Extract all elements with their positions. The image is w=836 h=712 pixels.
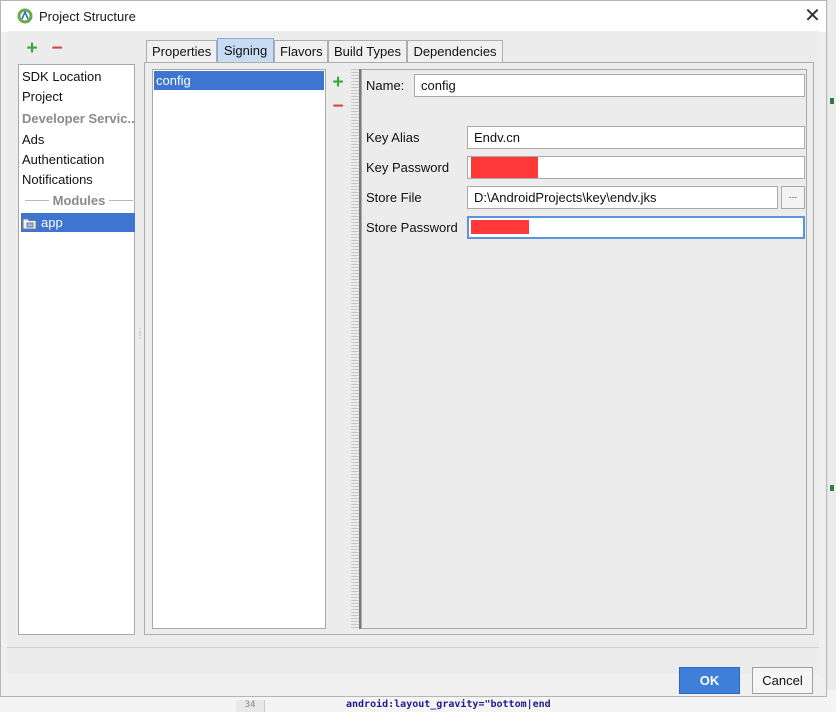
modules-label: Modules <box>51 191 107 210</box>
name-label: Name: <box>366 78 405 93</box>
sidebar-item-notifications[interactable]: Notifications <box>21 170 135 189</box>
tab-build-types[interactable]: Build Types <box>328 40 407 62</box>
name-field[interactable]: config <box>414 74 805 97</box>
tab-flavors[interactable]: Flavors <box>274 40 328 62</box>
modules-separator: Modules <box>21 191 134 210</box>
background-line-number: 34 <box>236 700 265 712</box>
sidebar-item-app[interactable]: app <box>21 213 135 232</box>
key-password-label: Key Password <box>366 160 450 175</box>
sidebar-section-developer-services: Developer Servic... <box>22 111 135 126</box>
sidebar-item-ads[interactable]: Ads <box>21 130 135 149</box>
footer-separator <box>7 647 819 648</box>
key-alias-field[interactable]: Endv.cn <box>467 126 805 149</box>
sidebar-item-sdk-location[interactable]: SDK Location <box>21 67 135 86</box>
title-bar[interactable]: Project Structure <box>1 1 826 32</box>
sidebar-list: SDK Location Project Developer Servic...… <box>18 64 135 635</box>
panel-divider[interactable] <box>351 69 361 629</box>
background-ide-edge <box>828 0 836 712</box>
signing-config-item[interactable]: config <box>154 71 324 90</box>
background-marker <box>830 485 834 491</box>
store-file-field[interactable]: D:\AndroidProjects\key\endv.jks <box>467 186 778 209</box>
module-label: app <box>41 215 63 230</box>
redaction-mark <box>471 157 538 178</box>
signing-config-list: config <box>152 69 326 629</box>
cancel-button[interactable]: Cancel <box>752 667 813 694</box>
key-alias-label: Key Alias <box>366 130 420 145</box>
background-marker <box>830 98 834 104</box>
window-title: Project Structure <box>39 9 136 24</box>
redaction-mark <box>471 220 529 234</box>
separator-line <box>25 200 49 201</box>
store-password-label: Store Password <box>366 220 458 235</box>
sidebar-item-authentication[interactable]: Authentication <box>21 150 135 169</box>
android-studio-icon <box>17 8 33 24</box>
sidebar-item-project[interactable]: Project <box>21 87 135 106</box>
splitter-grip[interactable]: ⋮ ⋮ <box>136 328 144 344</box>
remove-config-icon[interactable]: − <box>330 97 346 116</box>
browse-button[interactable]: ... <box>781 186 805 209</box>
background-code-line: android:layout_gravity="bottom|end <box>346 699 551 710</box>
tab-signing[interactable]: Signing <box>217 38 274 62</box>
close-icon[interactable]: ✕ <box>799 3 826 30</box>
separator-line <box>109 200 133 201</box>
tab-dependencies[interactable]: Dependencies <box>407 40 503 62</box>
ok-button[interactable]: OK <box>679 667 740 694</box>
signing-form-panel <box>361 69 807 629</box>
remove-icon[interactable]: − <box>49 39 65 58</box>
add-icon[interactable]: + <box>24 39 40 58</box>
module-folder-icon <box>22 218 37 230</box>
tab-properties[interactable]: Properties <box>146 40 217 62</box>
store-file-label: Store File <box>366 190 422 205</box>
add-config-icon[interactable]: + <box>330 73 346 92</box>
